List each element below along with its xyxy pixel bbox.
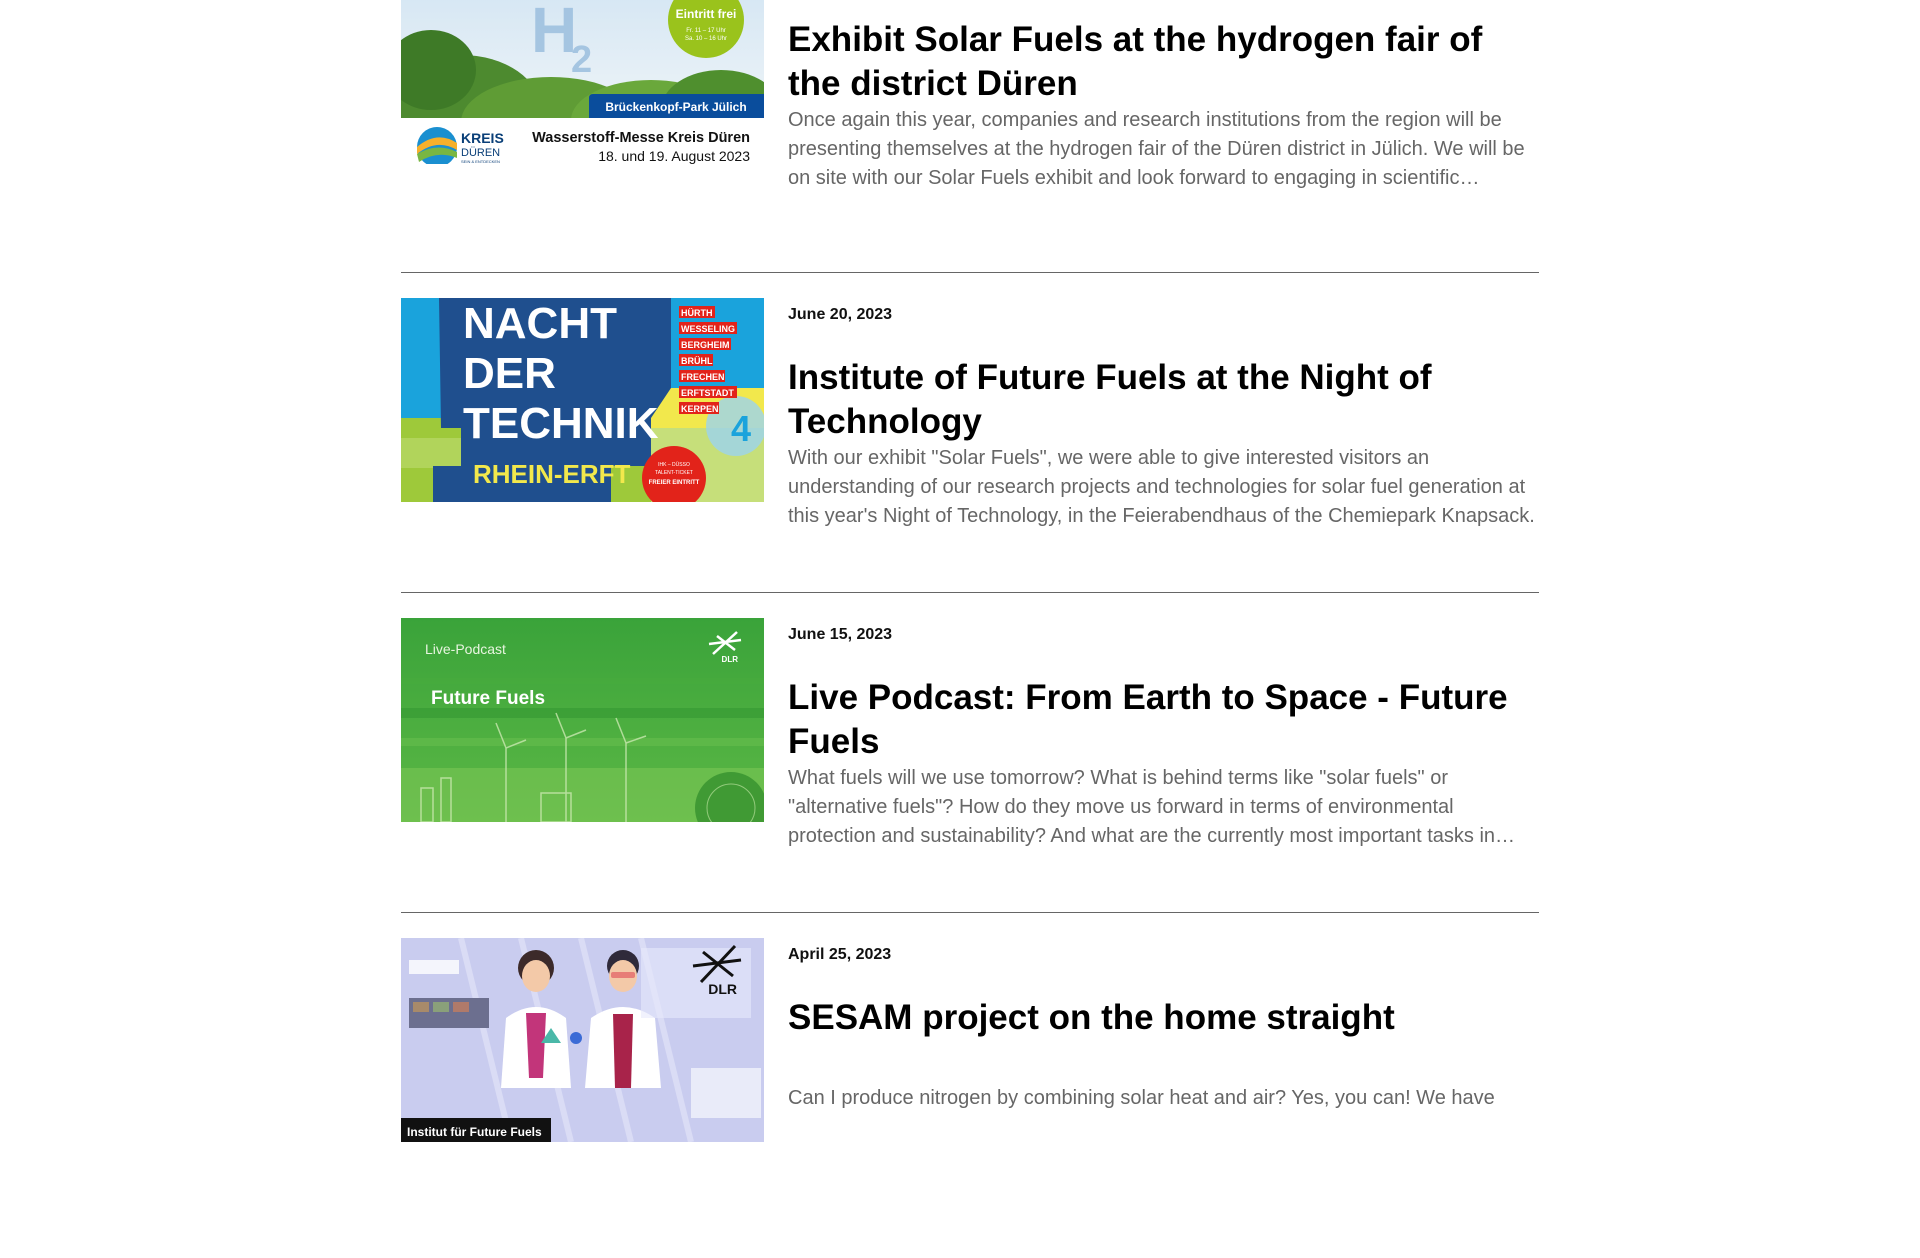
venue-banner: Brückenkopf-Park Jülich [605, 100, 746, 114]
news-thumbnail-sesam[interactable]: DLR Institut für Future Fuels [401, 938, 764, 1142]
svg-text:TALENT-TICKET: TALENT-TICKET [655, 470, 693, 476]
hydrogen-fair-poster: H 2 Eintritt frei Fr. 11 – 17 Uhr Sa. 10… [401, 0, 764, 164]
svg-text:TECHNIK: TECHNIK [463, 399, 659, 448]
news-item: H 2 Eintritt frei Fr. 11 – 17 Uhr Sa. 10… [401, 0, 1539, 280]
news-excerpt: What fuels will we use tomorrow? What is… [788, 767, 1496, 847]
podcast-kicker: Live-Podcast [425, 641, 506, 657]
news-date: June 20, 2023 [788, 306, 893, 323]
institute-caption: Institut für Future Fuels [407, 1125, 542, 1139]
svg-text:Sa. 10 – 16 Uhr: Sa. 10 – 16 Uhr [685, 36, 727, 42]
svg-text:DÜREN: DÜREN [461, 147, 500, 159]
svg-text:BERGHEIM: BERGHEIM [681, 340, 730, 350]
svg-text:FRECHEN: FRECHEN [681, 372, 725, 382]
divider [401, 272, 1539, 273]
svg-text:DLR: DLR [722, 655, 739, 664]
news-thumbnail-live-podcast[interactable]: Live-Podcast Future Fuels DLR [401, 618, 764, 822]
talent-ticket-stamp: IHK – DÜSSO [658, 461, 690, 468]
svg-text:4: 4 [731, 408, 751, 449]
rhein-erft-text: RHEIN-ERFT [473, 459, 631, 489]
news-item: NACHT DER TECHNIK RHEIN-ERFT 4 HÜRTH WES… [401, 298, 1539, 618]
news-title[interactable]: SESAM project on the home straight [788, 996, 1539, 1040]
news-thumbnail-night-of-technology[interactable]: NACHT DER TECHNIK RHEIN-ERFT 4 HÜRTH WES… [401, 298, 764, 502]
news-date: June 15, 2023 [788, 626, 893, 643]
news-excerpt: With our exhibit "Solar Fuels", we were … [788, 447, 1535, 527]
sesam-lab-illustration: DLR Institut für Future Fuels [401, 938, 764, 1142]
news-item: Live-Podcast Future Fuels DLR June 15, 2… [401, 618, 1539, 938]
svg-text:2: 2 [571, 39, 592, 81]
svg-text:SEIN & ENTDECKEN: SEIN & ENTDECKEN [461, 159, 500, 164]
future-fuels-podcast-cover: Live-Podcast Future Fuels DLR [401, 618, 764, 822]
event-dates: 18. und 19. August 2023 [598, 148, 750, 164]
night-of-technology-poster: NACHT DER TECHNIK RHEIN-ERFT 4 HÜRTH WES… [401, 298, 764, 502]
news-thumbnail-hydrogen-fair[interactable]: H 2 Eintritt frei Fr. 11 – 17 Uhr Sa. 10… [401, 0, 764, 164]
news-title[interactable]: Live Podcast: From Earth to Space - Futu… [788, 676, 1539, 764]
svg-text:KERPEN: KERPEN [681, 404, 719, 414]
svg-text:Fr. 11 – 17 Uhr: Fr. 11 – 17 Uhr [686, 28, 726, 34]
news-title[interactable]: Exhibit Solar Fuels at the hydrogen fair… [788, 18, 1539, 106]
free-entry-badge: Eintritt frei [676, 7, 737, 21]
podcast-headline: Future Fuels [431, 688, 545, 709]
svg-text:HÜRTH: HÜRTH [681, 308, 713, 318]
svg-text:DER: DER [463, 349, 556, 398]
event-name: Wasserstoff-Messe Kreis Düren [532, 130, 750, 146]
news-excerpt: Once again this year, companies and rese… [788, 109, 1525, 189]
news-title[interactable]: Institute of Future Fuels at the Night o… [788, 356, 1539, 444]
svg-text:WESSELING: WESSELING [681, 324, 735, 334]
svg-text:BRÜHL: BRÜHL [681, 356, 713, 366]
svg-text:FREIER EINTRITT: FREIER EINTRITT [649, 480, 700, 486]
news-item: DLR Institut für Future Fuels April 25, … [401, 938, 1539, 1258]
svg-text:DLR: DLR [708, 981, 737, 997]
news-excerpt: Can I produce nitrogen by combining sola… [788, 1087, 1495, 1109]
nacht-text: NACHT [463, 299, 617, 348]
kreis-dueren-logo: KREIS [461, 130, 504, 146]
news-date: April 25, 2023 [788, 946, 892, 963]
svg-text:ERFTSTADT: ERFTSTADT [681, 388, 734, 398]
divider [401, 912, 1539, 913]
divider [401, 592, 1539, 593]
